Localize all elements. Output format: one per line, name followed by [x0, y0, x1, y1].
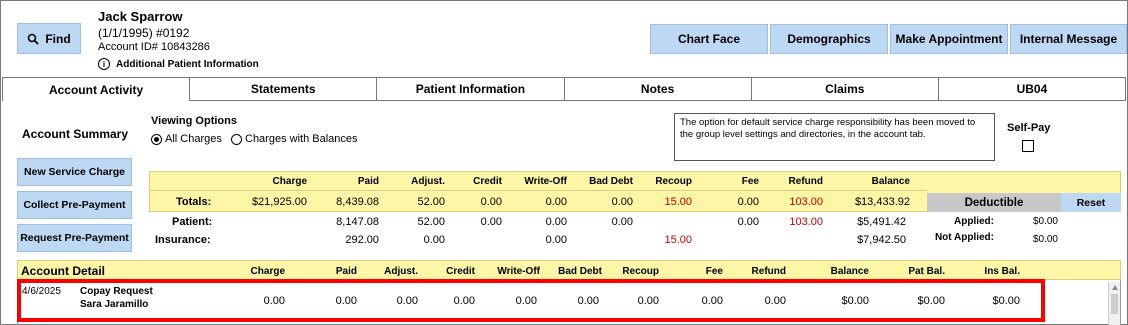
insurance-row-label: Insurance: — [155, 234, 211, 246]
totals-header-adjust: Adjust. — [411, 176, 445, 187]
insurance-balance: $7,942.50 — [857, 234, 906, 246]
tab-statements[interactable]: Statements — [190, 77, 378, 101]
applied-label: Applied: — [954, 216, 994, 227]
totals-bad-debt: 0.00 — [611, 196, 633, 208]
patient-adjust: 52.00 — [417, 216, 445, 228]
additional-info-label: Additional Patient Information — [116, 58, 259, 70]
info-icon: i — [98, 58, 110, 70]
patient-bad-debt: 0.00 — [611, 216, 633, 228]
totals-header-recoup: Recoup — [655, 176, 692, 187]
detail-header-pat-bal: Pat Bal. — [908, 266, 945, 277]
self-pay-checkbox[interactable] — [1022, 140, 1034, 152]
detail-header-credit: Credit — [446, 266, 475, 277]
totals-header-paid: Paid — [357, 176, 379, 187]
account-id: Account ID# 10843286 — [98, 41, 210, 53]
totals-header-refund: Refund — [788, 176, 823, 187]
insurance-recoup: 15.00 — [664, 234, 692, 246]
detail-header-refund: Refund — [751, 266, 786, 277]
totals-adjust: 52.00 — [417, 196, 445, 208]
radio-all-charges-label: All Charges — [165, 133, 222, 145]
radio-unselected-icon — [231, 133, 242, 145]
applied-value: $0.00 — [1032, 216, 1058, 227]
request-pre-payment-button[interactable]: Request Pre-Payment — [17, 224, 132, 252]
detail-header-adjust: Adjust. — [384, 266, 418, 277]
patient-refund: 103.00 — [789, 216, 823, 228]
deductible-button[interactable]: Deductible — [927, 193, 1061, 212]
insurance-adjust: 0.00 — [423, 234, 445, 246]
radio-charges-with-balances[interactable]: Charges with Balances — [231, 133, 358, 145]
patient-dob: (1/1/1995) #0192 — [98, 26, 190, 40]
totals-fee: 0.00 — [737, 196, 759, 208]
collect-pre-payment-button[interactable]: Collect Pre-Payment — [17, 191, 132, 219]
new-service-charge-button[interactable]: New Service Charge — [17, 158, 132, 186]
totals-write-off: 0.00 — [545, 196, 567, 208]
totals-recoup: 15.00 — [664, 196, 692, 208]
tab-patient-information[interactable]: Patient Information — [377, 77, 565, 101]
totals-balance: $13,433.92 — [854, 196, 910, 208]
find-button[interactable]: Find — [17, 23, 81, 54]
notice-text: The option for default service charge re… — [680, 117, 976, 140]
not-applied-value: $0.00 — [1032, 234, 1058, 245]
patient-balance: $5,491.42 — [857, 216, 906, 228]
tab-claims[interactable]: Claims — [751, 77, 939, 101]
insurance-paid: 292.00 — [345, 234, 379, 246]
row-highlight-box — [17, 279, 1045, 322]
patient-fee: 0.00 — [737, 216, 759, 228]
scrollbar[interactable] — [1108, 282, 1120, 325]
radio-selected-icon — [151, 133, 162, 145]
additional-info-link[interactable]: i Additional Patient Information — [98, 58, 259, 70]
detail-header-recoup: Recoup — [622, 266, 659, 277]
internal-message-button[interactable]: Internal Message — [1010, 24, 1127, 54]
patient-write-off: 0.00 — [545, 216, 567, 228]
totals-paid: 8,439.08 — [336, 196, 379, 208]
not-applied-label: Not Applied: — [934, 232, 994, 243]
totals-header-credit: Credit — [473, 176, 502, 187]
tab-ub04[interactable]: UB04 — [938, 77, 1127, 101]
patient-credit: 0.00 — [480, 216, 502, 228]
totals-credit: 0.00 — [480, 196, 502, 208]
find-label: Find — [45, 31, 71, 46]
totals-charge: $21,925.00 — [251, 196, 307, 208]
scroll-thumb[interactable] — [1111, 294, 1118, 314]
detail-header-write-off: Write-Off — [497, 266, 540, 277]
account-summary-title: Account Summary — [22, 127, 129, 141]
radio-all-charges[interactable]: All Charges — [151, 133, 222, 145]
chart-face-button[interactable]: Chart Face — [650, 24, 768, 54]
notice-box: The option for default service charge re… — [674, 113, 995, 161]
patient-paid: 8,147.08 — [336, 216, 379, 228]
patient-name: Jack Sparrow — [98, 9, 183, 24]
totals-panel-divider — [150, 190, 927, 191]
demographics-button[interactable]: Demographics — [770, 24, 888, 54]
insurance-write-off: 0.00 — [545, 234, 567, 246]
totals-label: Totals: — [176, 196, 212, 208]
reset-button[interactable]: Reset — [1061, 193, 1121, 212]
search-icon — [28, 33, 39, 45]
totals-header-write-off: Write-Off — [524, 176, 567, 187]
detail-header-ins-bal: Ins Bal. — [984, 266, 1020, 277]
tab-bar: Account Activity Statements Patient Info… — [2, 77, 1127, 101]
account-detail-title: Account Detail — [21, 264, 106, 278]
totals-refund: 103.00 — [789, 196, 823, 208]
detail-header-balance: Balance — [830, 266, 869, 277]
totals-header-fee: Fee — [741, 176, 759, 187]
radio-charges-with-balances-label: Charges with Balances — [245, 133, 358, 145]
totals-header-bad-debt: Bad Debt — [589, 176, 633, 187]
detail-header-paid: Paid — [335, 266, 357, 277]
detail-header-bad-debt: Bad Debt — [558, 266, 602, 277]
make-appointment-button[interactable]: Make Appointment — [890, 24, 1008, 54]
totals-header-charge: Charge — [272, 176, 307, 187]
tab-account-activity[interactable]: Account Activity — [2, 77, 191, 101]
tab-notes[interactable]: Notes — [564, 77, 752, 101]
patient-row-label: Patient: — [172, 216, 213, 228]
self-pay-label: Self-Pay — [1007, 122, 1051, 134]
viewing-options-label: Viewing Options — [151, 115, 237, 127]
detail-header-charge: Charge — [250, 266, 285, 277]
scroll-up-icon[interactable] — [1112, 285, 1118, 290]
totals-header-balance: Balance — [871, 176, 910, 187]
detail-header-fee: Fee — [705, 266, 723, 277]
